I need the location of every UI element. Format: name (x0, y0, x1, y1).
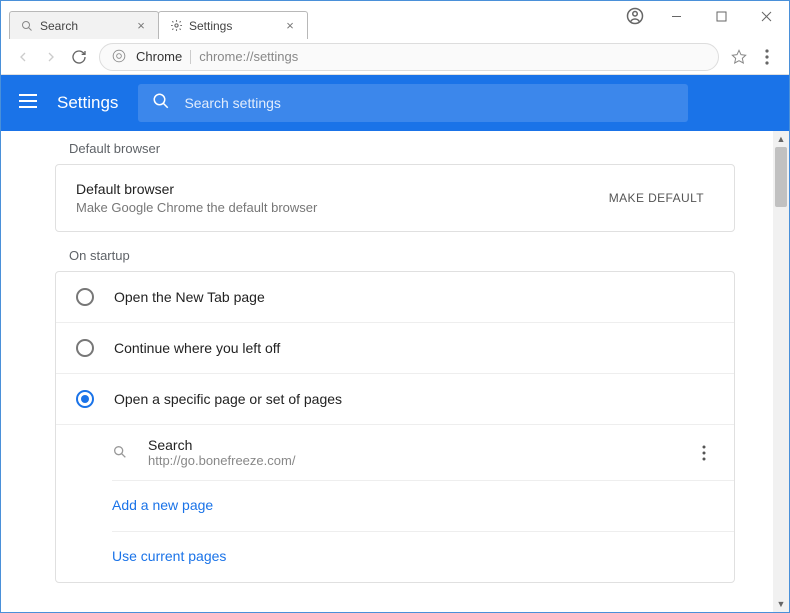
radio-icon (76, 339, 94, 357)
toolbar: Chrome chrome://settings (1, 39, 789, 75)
radio-icon (76, 288, 94, 306)
maximize-button[interactable] (699, 1, 744, 31)
settings-header: Settings (1, 75, 789, 131)
menu-icon[interactable] (19, 94, 39, 113)
search-icon (152, 92, 170, 115)
startup-option-newtab[interactable]: Open the New Tab page (56, 272, 734, 323)
scrollbar[interactable]: ▲ ▼ (773, 131, 789, 612)
radio-icon (76, 390, 94, 408)
section-label-default-browser: Default browser (55, 135, 735, 164)
chrome-menu-button[interactable] (753, 43, 781, 71)
reload-button[interactable] (65, 43, 93, 71)
forward-button[interactable] (37, 43, 65, 71)
settings-search-input[interactable] (184, 95, 674, 111)
radio-label: Open the New Tab page (114, 289, 265, 305)
scroll-up-arrow[interactable]: ▲ (773, 131, 789, 147)
on-startup-card: Open the New Tab page Continue where you… (55, 271, 735, 583)
page-entry-url: http://go.bonefreeze.com/ (148, 453, 694, 468)
account-icon[interactable] (626, 7, 644, 25)
chrome-icon (112, 49, 128, 65)
magnifier-icon (112, 444, 130, 462)
startup-option-continue[interactable]: Continue where you left off (56, 323, 734, 374)
default-browser-sub: Make Google Chrome the default browser (76, 200, 599, 215)
default-browser-card: Default browser Make Google Chrome the d… (55, 164, 735, 232)
radio-label: Open a specific page or set of pages (114, 391, 342, 407)
page-title: Settings (57, 93, 118, 113)
tab-label: Settings (189, 19, 283, 33)
magnifier-icon (20, 19, 34, 33)
page-entry-menu-button[interactable] (694, 445, 714, 461)
startup-option-specific[interactable]: Open a specific page or set of pages (56, 374, 734, 425)
make-default-button[interactable]: MAKE DEFAULT (599, 185, 714, 211)
settings-content: Default browser Default browser Make Goo… (1, 131, 789, 612)
startup-page-entry: Search http://go.bonefreeze.com/ (112, 425, 734, 481)
close-icon[interactable]: × (134, 19, 148, 33)
close-icon[interactable]: × (283, 19, 297, 33)
address-bar[interactable]: Chrome chrome://settings (99, 43, 719, 71)
radio-label: Continue where you left off (114, 340, 280, 356)
gear-icon (169, 19, 183, 33)
bookmark-button[interactable] (725, 43, 753, 71)
tab-search[interactable]: Search × (9, 11, 159, 39)
back-button[interactable] (9, 43, 37, 71)
close-button[interactable] (744, 1, 789, 31)
url-path: chrome://settings (199, 49, 298, 64)
tab-settings[interactable]: Settings × (158, 11, 308, 39)
section-label-on-startup: On startup (55, 236, 735, 271)
use-current-pages-link[interactable]: Use current pages (112, 532, 734, 582)
settings-search[interactable] (138, 84, 688, 122)
default-browser-title: Default browser (76, 181, 599, 197)
scroll-thumb[interactable] (775, 147, 787, 207)
add-new-page-link[interactable]: Add a new page (112, 481, 734, 532)
scroll-down-arrow[interactable]: ▼ (773, 596, 789, 612)
url-origin: Chrome (136, 49, 182, 64)
tab-label: Search (40, 19, 134, 33)
minimize-button[interactable] (654, 1, 699, 31)
advanced-toggle[interactable]: Advanced ▼ (55, 583, 735, 612)
page-entry-title: Search (148, 437, 694, 453)
